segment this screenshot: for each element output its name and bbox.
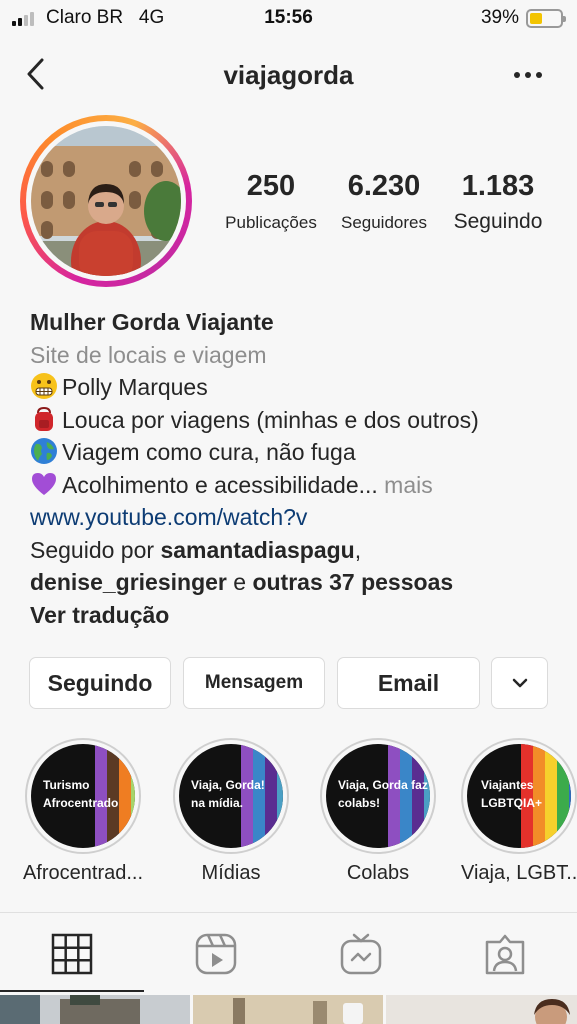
highlight-cover-text: Viaja, Gorda faz colabs! xyxy=(338,778,428,810)
stat-following[interactable]: 1.183 Seguindo xyxy=(438,170,558,234)
highlight-lgbt[interactable]: Viajantes LGBTQIA+ Viaja, LGBT... xyxy=(461,738,577,885)
bio-line-text: Polly Marques xyxy=(62,374,208,400)
followed-user-2[interactable]: denise_griesinger xyxy=(30,569,227,595)
status-bar: Claro BR 4G 15:56 39% xyxy=(0,0,577,38)
bio-line-text: Louca por viagens (minhas e dos outros) xyxy=(62,406,479,433)
followed-and: e xyxy=(226,569,253,595)
tab-reels[interactable] xyxy=(192,930,240,978)
stat-followers[interactable]: 6.230 Seguidores xyxy=(324,170,444,233)
bio-line: Polly Marques xyxy=(30,371,560,404)
highlight-cover: Viajantes LGBTQIA+ xyxy=(467,744,571,848)
story-ring[interactable] xyxy=(20,115,192,287)
battery-icon xyxy=(526,9,566,28)
stat-followers-label: Seguidores xyxy=(340,213,427,232)
highlight-cover-text: Viajantes LGBTQIA+ xyxy=(481,778,543,810)
chevron-down-icon xyxy=(512,678,527,688)
message-button[interactable]: Mensagem xyxy=(183,657,325,709)
highlight-caption: Afrocentrad... xyxy=(22,862,144,884)
reels-icon xyxy=(195,933,237,975)
bio-line: Viagem como cura, não fuga xyxy=(30,436,560,469)
avatar-photo xyxy=(31,126,181,276)
followed-separator: , xyxy=(354,536,362,563)
following-button[interactable]: Seguindo xyxy=(29,657,171,709)
profile-username: viajagorda xyxy=(223,60,354,90)
post-thumbnail[interactable] xyxy=(193,995,383,1024)
igtv-icon xyxy=(340,933,382,975)
translate-link[interactable]: Ver tradução xyxy=(30,599,560,632)
followed-others[interactable]: outras 37 pessoas xyxy=(252,569,453,595)
message-button-label: Mensagem xyxy=(204,672,304,693)
highlight-ring: Viajantes LGBTQIA+ xyxy=(461,738,577,854)
highlight-afrocentrado[interactable]: Turismo Afrocentrado Afrocentrad... xyxy=(18,738,148,885)
active-tab-indicator xyxy=(0,990,144,992)
highlight-ring: Turismo Afrocentrado xyxy=(25,738,141,854)
post-image xyxy=(386,995,577,1024)
tab-tagged[interactable] xyxy=(481,930,529,978)
followed-user-1[interactable]: samantadiaspagu xyxy=(160,537,354,563)
followed-by-line2[interactable]: denise_griesinger e outras 37 pessoas xyxy=(30,566,560,599)
grimacing-face-icon xyxy=(31,373,57,399)
highlight-cover-text: Turismo Afrocentrado xyxy=(43,778,119,810)
highlight-ring: Viaja, Gorda! na mídia. xyxy=(173,738,289,854)
bio-line: Acolhimento e acessibilidade... mais xyxy=(30,469,560,502)
following-button-label: Seguindo xyxy=(47,669,153,696)
globe-icon xyxy=(31,438,57,464)
stat-following-label: Seguindo xyxy=(453,210,543,233)
suggestions-dropdown-button[interactable] xyxy=(491,657,548,709)
ellipsis-icon xyxy=(514,72,542,78)
battery-percent: 39% xyxy=(480,7,519,28)
followed-prefix: Seguido por xyxy=(30,536,161,563)
tab-divider xyxy=(0,912,577,913)
followed-by[interactable]: Seguido por samantadiaspagu, xyxy=(30,534,560,567)
website-link[interactable]: www.youtube.com/watch?v xyxy=(30,501,560,534)
highlight-caption: Colabs xyxy=(346,862,410,884)
tab-igtv[interactable] xyxy=(337,930,385,978)
bio-line-text: Viagem como cura, não fuga xyxy=(62,439,356,465)
backpack-icon xyxy=(35,406,53,431)
purple-heart-icon xyxy=(32,472,56,495)
tab-grid[interactable] xyxy=(48,930,96,978)
highlight-cover: Turismo Afrocentrado xyxy=(31,744,135,848)
email-button[interactable]: Email xyxy=(337,657,480,709)
post-thumbnail[interactable] xyxy=(386,995,577,1024)
bio-line: Louca por viagens (minhas e dos outros) xyxy=(30,404,560,437)
stat-posts-label: Publicações xyxy=(225,213,317,232)
post-thumbnail[interactable] xyxy=(0,995,190,1024)
highlight-cover-text: Viaja, Gorda! na mídia. xyxy=(191,778,265,810)
email-button-label: Email xyxy=(377,669,440,696)
post-image xyxy=(193,995,383,1024)
stat-posts-value: 250 xyxy=(246,170,296,202)
highlight-caption: Mídias xyxy=(201,862,261,884)
more-link[interactable]: mais xyxy=(378,472,433,498)
stat-following-value: 1.183 xyxy=(461,170,535,202)
post-image xyxy=(0,995,190,1024)
avatar[interactable] xyxy=(31,126,181,276)
stat-posts[interactable]: 250 Publicações xyxy=(211,170,331,233)
highlight-cover: Viaja, Gorda faz colabs! xyxy=(326,744,430,848)
category-label: Site de locais e viagem xyxy=(30,341,267,368)
highlight-cover: Viaja, Gorda! na mídia. xyxy=(179,744,283,848)
tagged-icon xyxy=(485,934,525,975)
highlight-ring: Viaja, Gorda faz colabs! xyxy=(320,738,436,854)
grid-icon xyxy=(51,933,93,975)
highlight-caption: Viaja, LGBT... xyxy=(461,862,577,884)
bio-line-text: Acolhimento e acessibilidade... xyxy=(62,471,378,498)
display-name: Mulher Gorda Viajante xyxy=(30,309,274,335)
highlight-colabs[interactable]: Viaja, Gorda faz colabs! Colabs xyxy=(313,738,443,885)
more-options-button[interactable] xyxy=(513,66,543,84)
stat-followers-value: 6.230 xyxy=(347,170,421,202)
profile-bio: Mulher Gorda Viajante Site de locais e v… xyxy=(30,306,560,631)
highlight-midias[interactable]: Viaja, Gorda! na mídia. Mídias xyxy=(166,738,296,885)
